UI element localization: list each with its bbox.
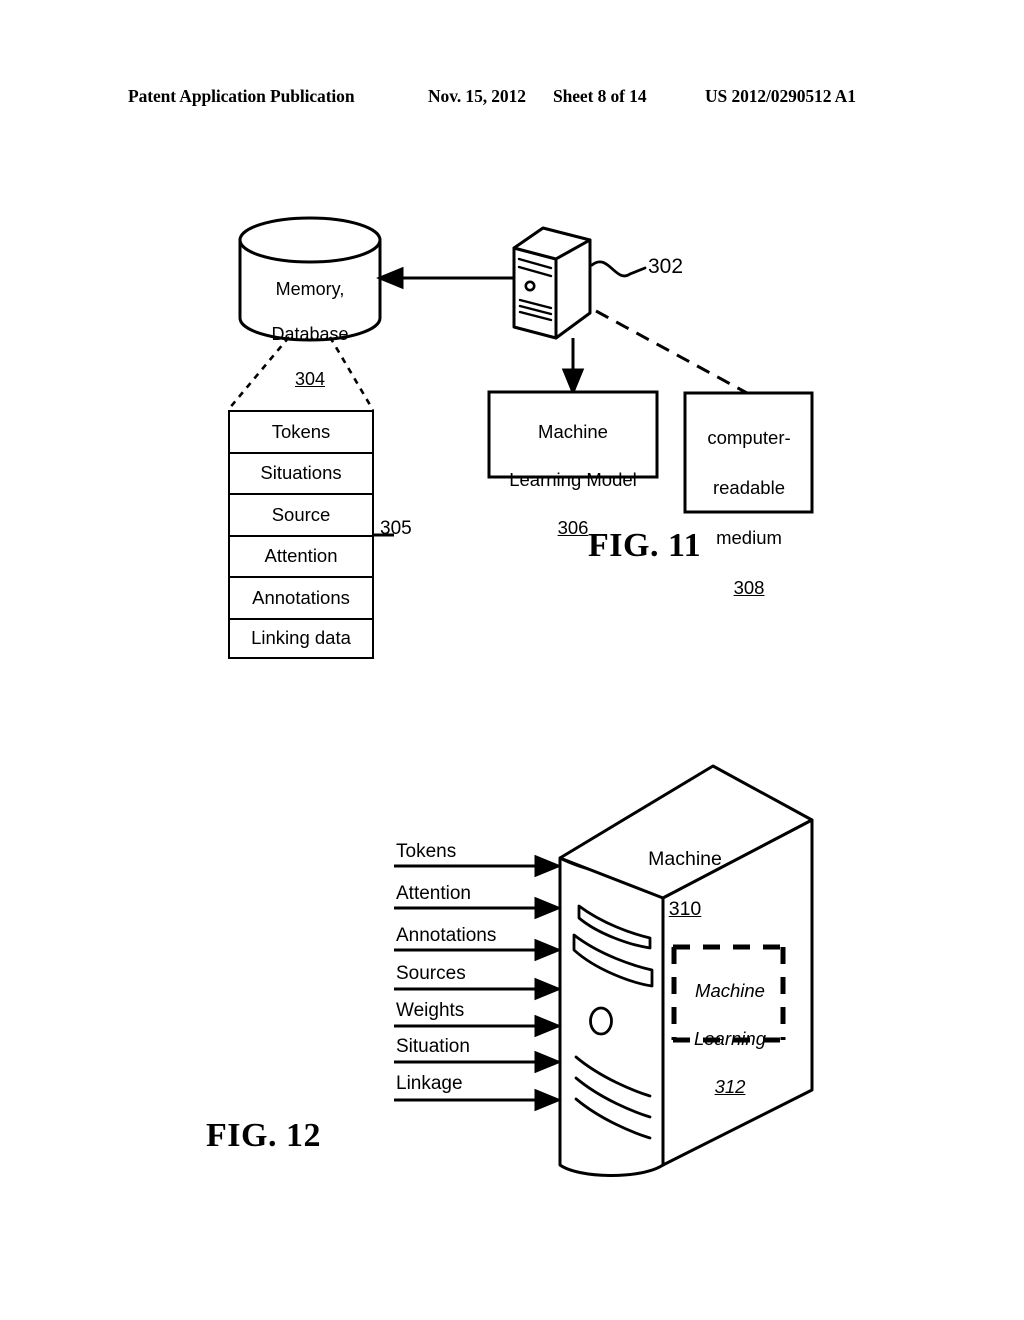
input-label-linkage: Linkage bbox=[396, 1073, 463, 1094]
stack-row: Situations bbox=[228, 451, 374, 493]
input-label-weights: Weights bbox=[396, 1000, 465, 1021]
ml-block-ref: 312 bbox=[714, 1076, 746, 1097]
database-line1: Memory, bbox=[275, 278, 345, 299]
server-front-details bbox=[517, 257, 553, 322]
ml-model-line2: Learning Model bbox=[509, 469, 637, 490]
header-patent-number: US 2012/0290512 A1 bbox=[705, 86, 856, 106]
machine-power-button-icon bbox=[589, 1006, 613, 1036]
header-date: Nov. 15, 2012 bbox=[428, 86, 526, 106]
stack-row: Attention bbox=[228, 534, 374, 576]
machine-label: Machine 310 bbox=[620, 822, 750, 922]
arrow-server-to-database bbox=[376, 266, 513, 290]
input-label-tokens: Tokens bbox=[396, 841, 457, 862]
database-ref: 304 bbox=[294, 368, 326, 389]
server-tower-icon bbox=[512, 226, 592, 340]
crm-line2: readable bbox=[712, 477, 785, 498]
fig12-caption: FIG. 12 bbox=[206, 1117, 321, 1154]
database-line2: Database bbox=[271, 323, 349, 344]
header-publication: Patent Application Publication bbox=[128, 86, 355, 106]
stack-row: Tokens bbox=[228, 410, 374, 452]
database-label: Memory, Database 304 bbox=[243, 255, 377, 390]
server-ref-label: 302 bbox=[648, 255, 684, 278]
stack-row: Linking data bbox=[228, 617, 374, 659]
machine-learning-block-label: Machine Learning 312 bbox=[678, 955, 782, 1099]
ml-block-line1: Machine bbox=[695, 980, 765, 1001]
fig11-caption: FIG. 11 bbox=[588, 527, 702, 564]
input-label-annotations: Annotations bbox=[396, 925, 497, 946]
input-label-sources: Sources bbox=[396, 963, 466, 984]
arrow-server-to-ml-model bbox=[561, 338, 585, 396]
header-sheet: Sheet 8 of 14 bbox=[553, 86, 647, 106]
machine-ref: 310 bbox=[668, 898, 702, 920]
stack-ref-label: 305 bbox=[380, 518, 412, 539]
dashed-line-server-to-crm bbox=[595, 309, 748, 395]
crm-line1: computer- bbox=[707, 427, 791, 448]
ml-block-line2: Learning bbox=[693, 1028, 766, 1049]
figure-artwork bbox=[227, 216, 814, 1177]
stack-row: Annotations bbox=[228, 576, 374, 618]
crm-ref: 308 bbox=[733, 577, 765, 598]
stack-row: Source bbox=[228, 493, 374, 535]
server-power-button-icon bbox=[524, 280, 536, 292]
ml-model-line1: Machine bbox=[538, 421, 608, 442]
input-label-attention: Attention bbox=[396, 883, 471, 904]
input-label-situation: Situation bbox=[396, 1036, 470, 1057]
ref-302-leader bbox=[590, 260, 647, 278]
ml-model-box-label: Machine Learning Model 306 bbox=[492, 396, 654, 540]
page-header: Patent Application Publication Nov. 15, … bbox=[0, 86, 1024, 112]
crm-line3: medium bbox=[716, 527, 782, 548]
ml-model-ref: 306 bbox=[557, 517, 589, 538]
crm-box-label: computer- readable medium 308 bbox=[688, 400, 810, 600]
machine-vent-lines bbox=[574, 1055, 652, 1140]
machine-title: Machine bbox=[648, 848, 722, 870]
